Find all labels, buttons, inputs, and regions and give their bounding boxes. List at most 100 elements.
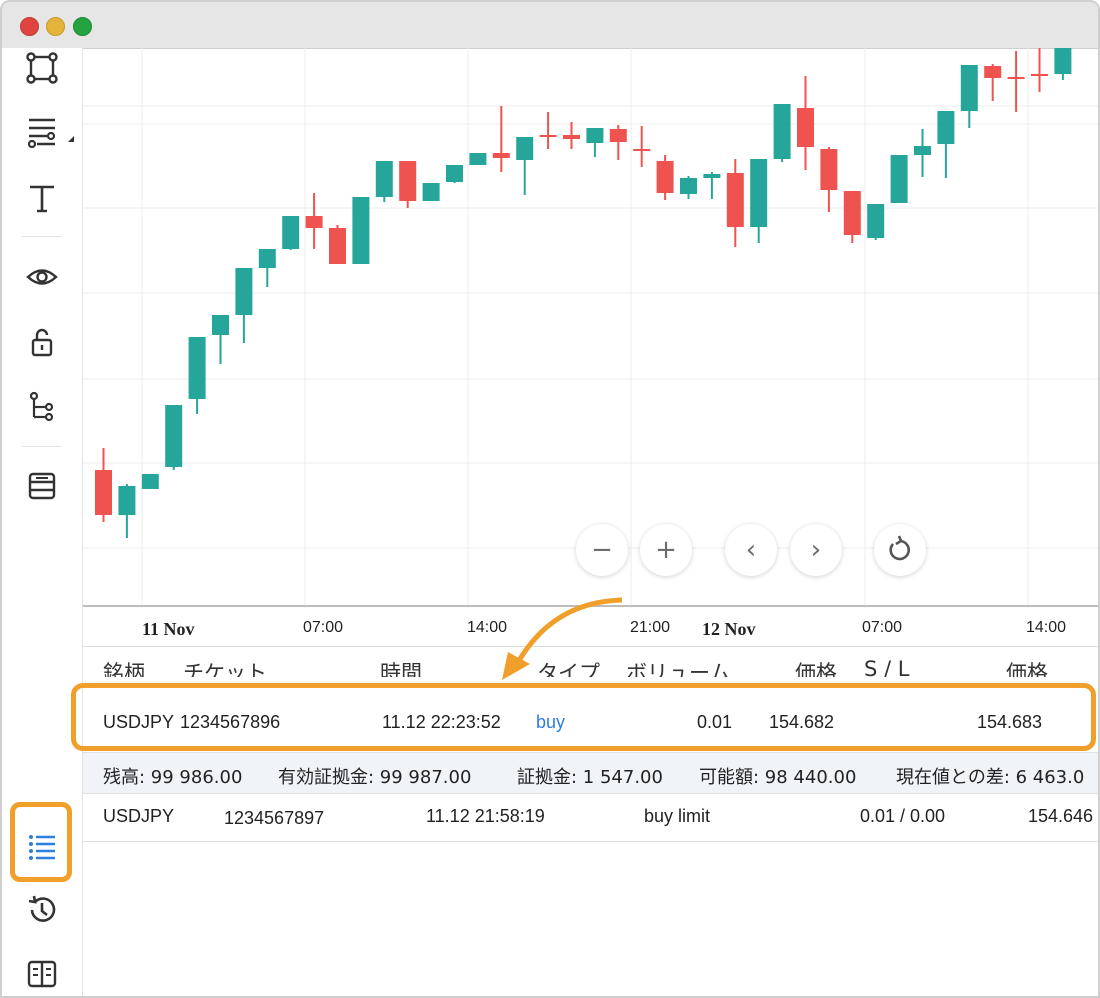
toolbar-divider xyxy=(22,446,62,447)
candle xyxy=(867,204,885,240)
scroll-left-button[interactable]: ‹ xyxy=(725,524,777,576)
tree-icon[interactable] xyxy=(22,387,62,427)
candle-body xyxy=(492,153,510,158)
candle-body xyxy=(165,405,183,467)
col-price[interactable]: 価格 xyxy=(795,657,837,677)
candle xyxy=(609,125,627,160)
candle xyxy=(352,197,370,264)
active-tool-highlight xyxy=(10,802,72,882)
eye-icon[interactable] xyxy=(22,257,62,297)
zoom-out-button[interactable]: − xyxy=(576,524,628,576)
col-sl[interactable]: S / L xyxy=(864,657,909,677)
margin: 証拠金: 1 547.00 xyxy=(517,767,663,788)
candle-body xyxy=(750,159,768,227)
time-label: 07:00 xyxy=(303,619,344,636)
candle xyxy=(375,161,393,202)
order-row[interactable]: USDJPY 1234567897 11.12 21:58:19 buy lim… xyxy=(83,806,1098,842)
time-label: 21:00 xyxy=(630,619,671,636)
candle xyxy=(399,161,417,208)
lines-settings-icon[interactable] xyxy=(22,111,62,151)
candle-body xyxy=(609,129,627,142)
candle-body xyxy=(1007,77,1025,79)
candle-body xyxy=(188,337,206,399)
zoom-in-button[interactable]: + xyxy=(640,524,692,576)
candle-body xyxy=(890,155,908,203)
candle xyxy=(165,405,183,470)
candle xyxy=(703,172,721,199)
candle xyxy=(188,337,206,414)
submenu-indicator-icon xyxy=(68,136,74,142)
reset-chart-button[interactable] xyxy=(874,524,926,576)
candle-body xyxy=(563,135,580,139)
candle xyxy=(914,129,931,177)
candle-body xyxy=(282,216,300,249)
candle-body xyxy=(446,165,463,182)
candle-body xyxy=(1054,48,1072,74)
candle-body xyxy=(586,128,604,143)
time-label: 14:00 xyxy=(1026,619,1067,636)
candle xyxy=(492,106,510,172)
lock-icon[interactable] xyxy=(22,322,62,362)
history-icon[interactable] xyxy=(22,890,62,930)
free-margin: 可能額: 98 440.00 xyxy=(699,767,857,788)
minus-icon: − xyxy=(591,535,613,565)
candle-body xyxy=(305,216,323,228)
candle xyxy=(843,191,861,243)
candle xyxy=(656,155,674,200)
price-difference: 現在値との差: 6 463.0 xyxy=(896,767,1085,788)
candle-body xyxy=(960,65,978,111)
text-icon[interactable] xyxy=(22,178,62,218)
col-ticket[interactable]: チケット xyxy=(183,657,267,677)
col-symbol[interactable]: 銘柄 xyxy=(103,657,145,677)
candle-body xyxy=(1031,74,1048,76)
equity: 有効証拠金: 99 987.00 xyxy=(278,767,472,788)
candle xyxy=(469,153,487,165)
rectangle-icon[interactable] xyxy=(22,48,62,88)
balance: 残高: 99 986.00 xyxy=(103,767,243,788)
order-time: 11.12 21:58:19 xyxy=(426,806,545,826)
candle xyxy=(422,183,440,201)
candle xyxy=(118,484,136,538)
account-summary: 残高: 99 986.00 有効証拠金: 99 987.00 証拠金: 1 54… xyxy=(83,752,1098,794)
col-time[interactable]: 時間 xyxy=(380,657,422,677)
candle-body xyxy=(656,161,674,193)
candle-body xyxy=(843,191,861,235)
candle xyxy=(984,64,1002,101)
candle xyxy=(1007,51,1025,112)
candle-body xyxy=(258,249,276,268)
layers-icon[interactable] xyxy=(22,466,62,506)
candle xyxy=(258,249,276,287)
col-current-price[interactable]: 価格 xyxy=(1006,657,1048,677)
callout-arrow xyxy=(502,597,623,680)
candle-body xyxy=(703,174,721,178)
candle xyxy=(1031,48,1048,92)
candle xyxy=(633,126,651,167)
candle xyxy=(539,112,557,149)
close-button[interactable] xyxy=(20,17,39,36)
candle xyxy=(235,268,253,343)
chevron-right-icon: › xyxy=(810,535,822,565)
candle xyxy=(890,155,908,203)
candle-body xyxy=(984,66,1002,78)
candle-body xyxy=(726,173,744,227)
candle xyxy=(212,315,229,364)
candle-body xyxy=(469,153,487,165)
candle-body xyxy=(516,137,534,160)
time-label: 12 Nov xyxy=(702,619,756,639)
selected-position-highlight xyxy=(71,683,1096,751)
candle xyxy=(282,216,300,250)
plus-icon: + xyxy=(655,535,677,565)
candle-body xyxy=(95,470,112,515)
candle-body xyxy=(375,161,393,197)
candle xyxy=(680,176,697,199)
candle xyxy=(563,122,580,149)
scroll-right-button[interactable]: › xyxy=(790,524,842,576)
minimize-button[interactable] xyxy=(46,17,65,36)
maximize-button[interactable] xyxy=(73,17,92,36)
candle xyxy=(726,159,744,247)
journal-icon[interactable] xyxy=(22,954,62,994)
candle-body xyxy=(937,111,955,144)
candlestick-chart[interactable] xyxy=(83,48,1100,608)
col-volume[interactable]: ボリューム xyxy=(626,657,730,677)
candle xyxy=(586,128,604,157)
